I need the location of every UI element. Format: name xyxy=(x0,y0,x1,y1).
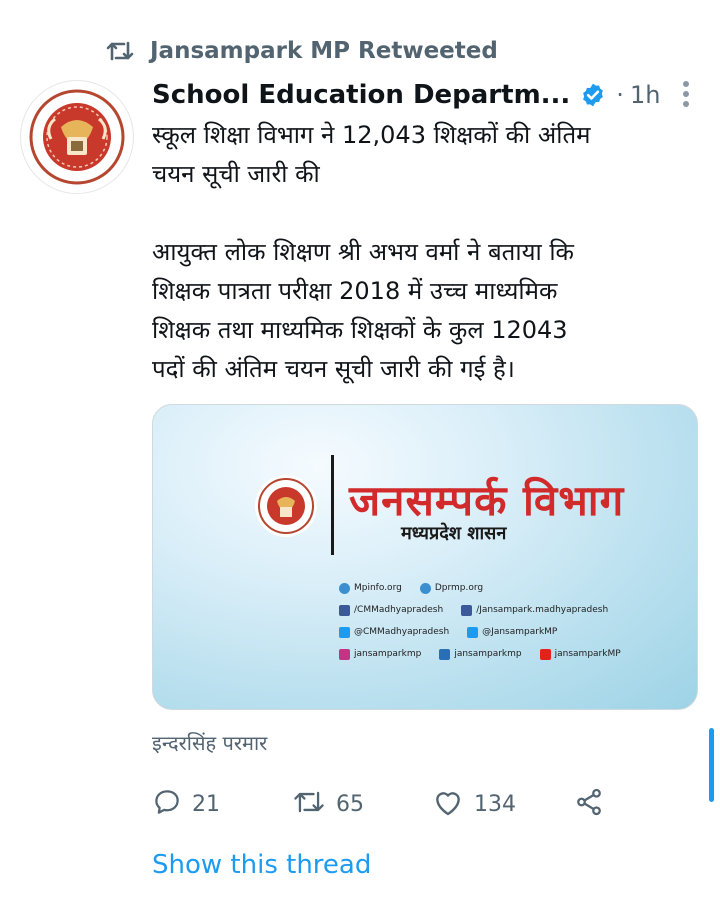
scrollbar[interactable] xyxy=(709,728,714,802)
facebook-icon xyxy=(339,604,350,616)
more-icon[interactable] xyxy=(682,80,690,112)
tweet-text-line: आयुक्त लोक शिक्षण श्री अभय वर्मा ने बताय… xyxy=(152,238,574,266)
share-button[interactable] xyxy=(574,787,604,821)
link-yt: jansamparkMP xyxy=(554,649,621,659)
like-count: 134 xyxy=(474,791,516,817)
contact-links: Mpinfo.org Dprmp.org /CMMadhyapradesh /J… xyxy=(339,577,621,665)
retweet-icon xyxy=(292,788,326,820)
time-separator: · xyxy=(616,81,624,109)
facebook-icon xyxy=(461,604,473,616)
tweet-text-line: स्कूल शिक्षा विभाग ने 12,043 शिक्षकों की… xyxy=(152,121,591,149)
link-web2: Dprmp.org xyxy=(434,583,484,593)
instagram-icon xyxy=(339,648,350,660)
tweet-actions: 21 65 134 xyxy=(152,786,652,822)
mp-emblem-icon xyxy=(25,85,129,189)
retweet-icon xyxy=(100,39,140,63)
verified-badge-icon xyxy=(580,82,606,108)
show-thread-link[interactable]: Show this thread xyxy=(152,850,371,880)
department-emblem-icon xyxy=(253,473,319,539)
link-web1: Mpinfo.org xyxy=(354,583,402,593)
link-fb2: /Jansampark.madhyapradesh xyxy=(476,605,609,615)
link-ig: jansamparkmp xyxy=(354,649,422,659)
tweet-text-line: पदों की अंतिम चयन सूची जारी की गई है। xyxy=(152,355,515,383)
link-tw2: @JansamparkMP xyxy=(482,627,558,637)
like-button[interactable]: 134 xyxy=(432,787,574,821)
tweet-text-line: शिक्षक पात्रता परीक्षा 2018 में उच्च माध… xyxy=(152,277,558,305)
author-name[interactable]: School Education Departm... xyxy=(152,80,570,110)
tweet-text-line: शिक्षक तथा माध्यमिक शिक्षकों के कुल 1204… xyxy=(152,316,568,344)
retweet-indicator[interactable]: Jansampark MP Retweeted xyxy=(100,34,498,68)
twitter-icon xyxy=(467,626,479,638)
reply-count: 21 xyxy=(192,791,220,817)
youtube-icon xyxy=(539,648,551,660)
globe-icon xyxy=(419,582,431,594)
link-tw1: @CMMadhyapradesh xyxy=(354,627,450,637)
globe-icon xyxy=(339,582,350,594)
photo-tag[interactable]: इन्दरसिंह परमार xyxy=(152,729,267,756)
retweeted-by-label: Jansampark MP Retweeted xyxy=(150,38,498,64)
retweet-count: 65 xyxy=(336,791,364,817)
reply-button[interactable]: 21 xyxy=(152,787,292,821)
link-fb1: /CMMadhyapradesh xyxy=(354,605,444,615)
tweet-header: School Education Departm... · 1h xyxy=(152,76,690,114)
reply-icon xyxy=(152,787,182,821)
department-title: जनसम्पर्क विभाग xyxy=(349,476,625,525)
like-icon xyxy=(432,787,464,821)
koo-icon xyxy=(439,648,451,660)
department-subtitle: मध्यप्रदेश शासन xyxy=(401,523,507,544)
avatar[interactable] xyxy=(20,80,134,194)
tweet-text-line: चयन सूची जारी की xyxy=(152,160,320,188)
twitter-icon xyxy=(339,626,350,638)
tweet-text: स्कूल शिक्षा विभाग ने 12,043 शिक्षकों की… xyxy=(152,116,697,389)
timestamp[interactable]: 1h xyxy=(630,81,660,109)
link-koo: jansamparkmp xyxy=(454,649,522,659)
retweet-button[interactable]: 65 xyxy=(292,788,432,820)
tweet-media-image[interactable]: जनसम्पर्क विभाग मध्यप्रदेश शासन Mpinfo.o… xyxy=(152,404,698,710)
share-icon xyxy=(574,787,604,821)
divider xyxy=(331,455,334,555)
